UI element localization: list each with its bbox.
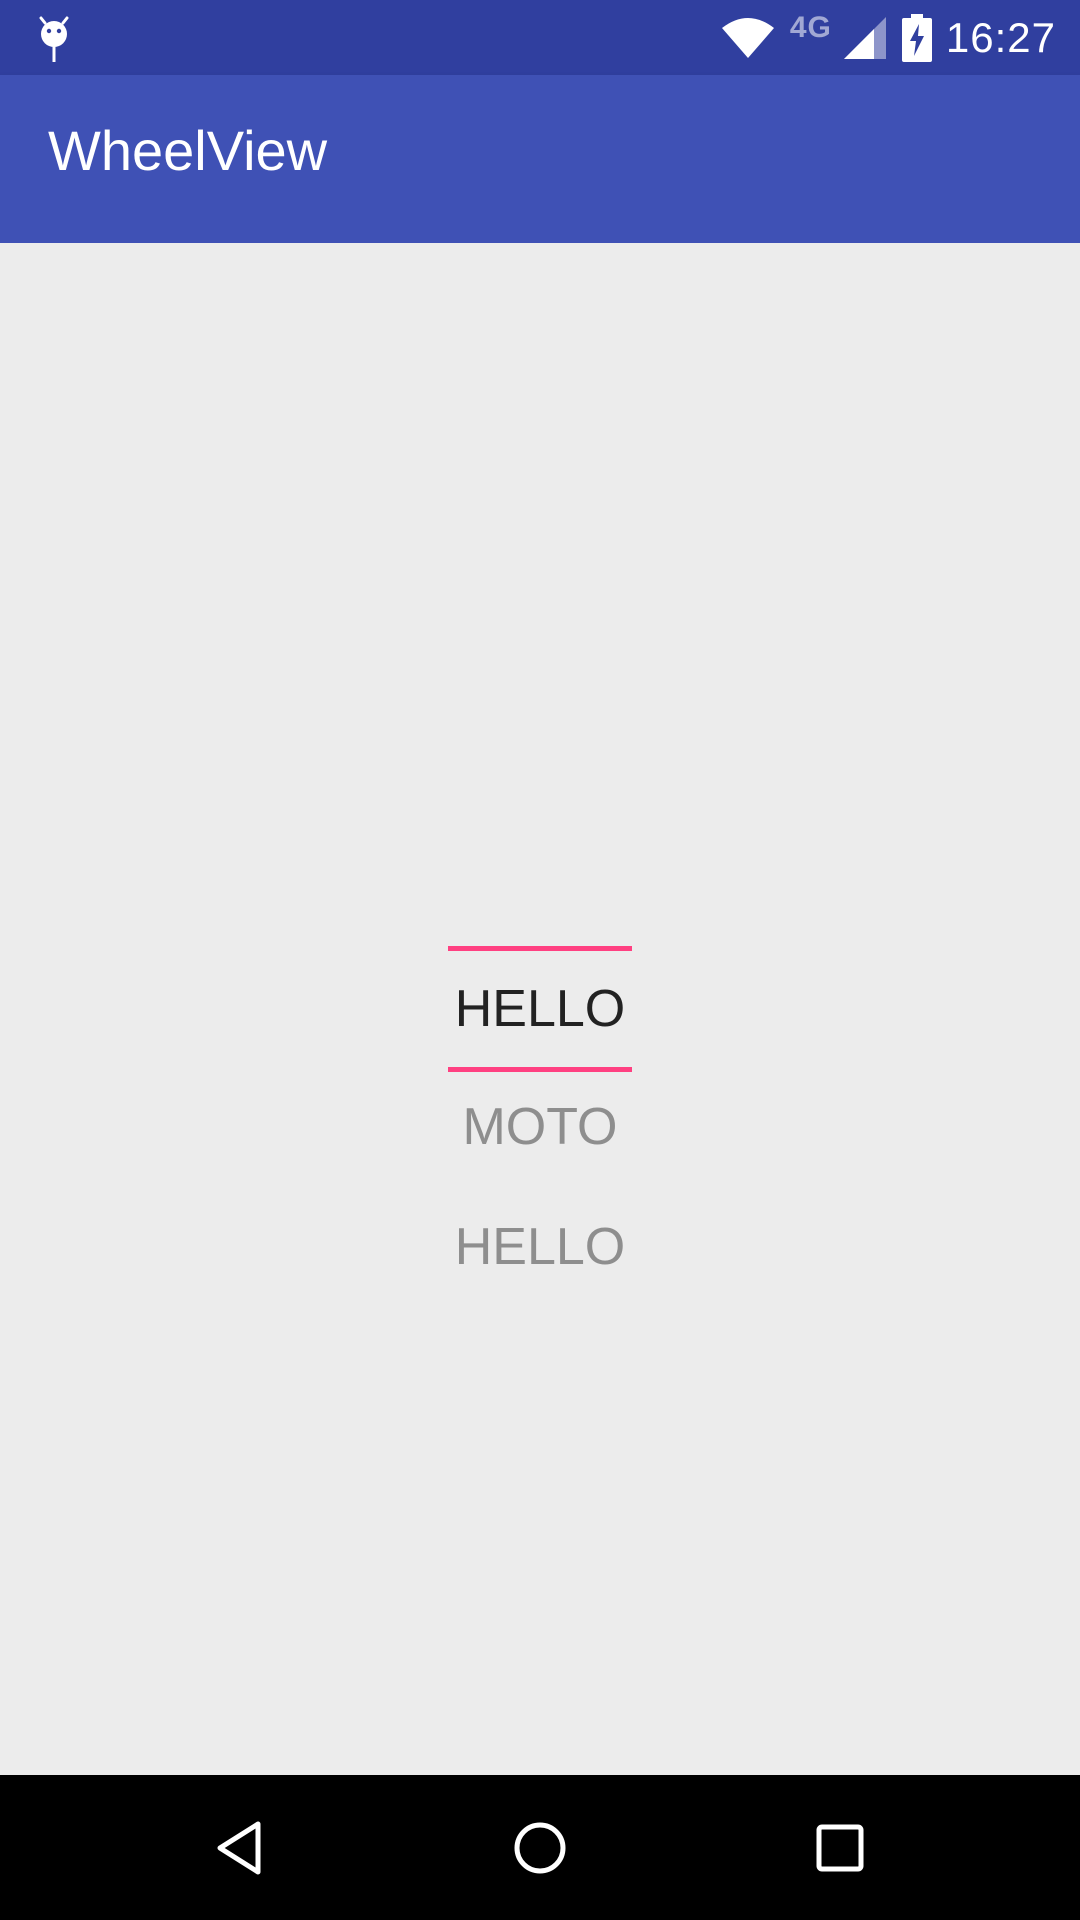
home-icon — [514, 1822, 566, 1874]
app-bar: WheelView — [0, 75, 1080, 243]
wheel-divider-top — [448, 946, 632, 951]
back-button[interactable] — [195, 1803, 285, 1893]
recents-button[interactable] — [795, 1803, 885, 1893]
signal-icon — [843, 16, 886, 59]
wheel-item-selected[interactable]: HELLO — [448, 979, 632, 1039]
page-title: WheelView — [48, 119, 328, 182]
wheel-item[interactable]: HELLO — [448, 1217, 632, 1277]
main-content: HELLO MOTO HELLO — [0, 243, 1080, 1775]
home-button[interactable] — [495, 1803, 585, 1893]
android-debug-icon — [39, 16, 69, 62]
navigation-bar — [0, 1775, 1080, 1920]
recents-icon — [816, 1824, 864, 1872]
wheel-divider-bottom — [448, 1067, 632, 1072]
status-time: 16:27 — [945, 13, 1056, 61]
wifi-icon — [721, 17, 774, 58]
status-icons: 4G 16:27 — [720, 0, 1056, 75]
battery-charging-icon — [901, 13, 932, 62]
wheel-item[interactable]: MOTO — [448, 1097, 632, 1157]
wheel-picker[interactable]: HELLO MOTO HELLO — [448, 946, 632, 1306]
back-icon — [217, 1821, 261, 1875]
network-type-label: 4G — [789, 10, 832, 44]
status-bar: 4G 16:27 — [0, 0, 1080, 75]
